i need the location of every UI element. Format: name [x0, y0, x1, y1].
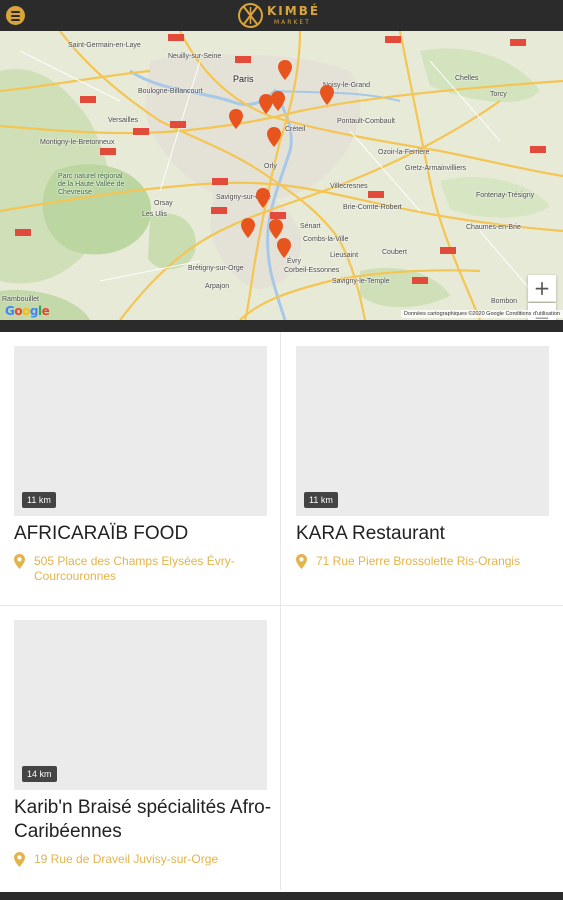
- google-logo[interactable]: Google: [5, 304, 50, 318]
- map-label: Boulogne-Billancourt: [138, 88, 203, 95]
- menu-line: [11, 14, 20, 17]
- map-label: Villecresnes: [330, 183, 368, 190]
- restaurant-address: 505 Place des Champs Elysées Évry-Courco…: [14, 554, 269, 584]
- map-marker-icon[interactable]: [241, 218, 255, 238]
- map-label: Bombon: [491, 298, 518, 305]
- map-label: Ozoir-la-Ferrière: [378, 149, 430, 156]
- restaurant-image[interactable]: 11 km: [296, 346, 549, 516]
- map-label: Savigny-le-Temple: [332, 278, 390, 285]
- restaurant-name[interactable]: Karib'n Braisé spécialités Afro-Caribéen…: [14, 796, 274, 844]
- restaurant-card[interactable]: 14 km Karib'n Braisé spécialités Afro-Ca…: [0, 606, 281, 890]
- app-header: KIMBÉ MARKET: [0, 0, 563, 31]
- distance-badge: 11 km: [304, 492, 338, 508]
- logo-subtitle: MARKET: [274, 19, 311, 26]
- distance-badge: 14 km: [22, 766, 57, 782]
- map-label: Rambouillet: [2, 296, 39, 303]
- map-label: Neuilly-sur-Seine: [168, 53, 222, 60]
- section-divider: [0, 320, 563, 332]
- map-label: Chelles: [455, 75, 479, 82]
- map-marker-icon[interactable]: [278, 60, 292, 80]
- address-text: 71 Rue Pierre Brossolette Ris-Orangis: [316, 554, 521, 568]
- map-label: Pontault-Combault: [337, 118, 395, 125]
- map-marker-icon[interactable]: [269, 219, 283, 239]
- restaurant-image[interactable]: 11 km: [14, 346, 267, 516]
- location-pin-icon: [296, 554, 307, 569]
- zoom-in-button[interactable]: +: [528, 275, 556, 302]
- restaurant-image[interactable]: 14 km: [14, 620, 267, 790]
- restaurant-address: 19 Rue de Draveil Juvisy-sur-Orge: [14, 852, 269, 867]
- map-label: Torcy: [490, 91, 507, 98]
- map-marker-icon[interactable]: [320, 85, 334, 105]
- map-label: Lieusaint: [330, 252, 359, 259]
- kimbe-market-logo[interactable]: KIMBÉ MARKET: [237, 2, 329, 29]
- restaurant-card[interactable]: 11 km AFRICARAÏB FOOD 505 Place des Cham…: [0, 332, 281, 606]
- restaurants-map[interactable]: Saint-Germain-en-Laye Neuilly-sur-Seine …: [0, 31, 563, 320]
- map-marker-icon[interactable]: [277, 238, 291, 258]
- map-label: Orsay: [154, 200, 173, 207]
- map-label: Brie-Comte-Robert: [343, 204, 402, 211]
- logo-word: KIMBÉ: [267, 4, 321, 18]
- restaurant-grid: 11 km AFRICARAÏB FOOD 505 Place des Cham…: [0, 332, 563, 892]
- map-attribution[interactable]: Données cartographiques ©2020 Google Con…: [400, 310, 563, 318]
- map-label: Arpajon: [205, 283, 230, 290]
- map-marker-icon[interactable]: [271, 91, 285, 111]
- location-pin-icon: [14, 554, 25, 569]
- map-label: Versailles: [108, 117, 138, 124]
- map-label: Fontenay-Trésigny: [476, 192, 535, 199]
- bottom-bar: [0, 892, 563, 900]
- map-marker-icon[interactable]: [256, 188, 270, 208]
- menu-line: [11, 18, 20, 21]
- restaurant-name[interactable]: AFRICARAÏB FOOD: [14, 522, 274, 546]
- map-label: Brétigny-sur-Orge: [188, 265, 244, 272]
- map-marker-icon[interactable]: [267, 127, 281, 147]
- map-label: Paris: [233, 74, 254, 84]
- map-label: Gretz-Armainvilliers: [405, 165, 467, 172]
- map-label: Corbeil-Essonnes: [284, 267, 340, 274]
- map-label: Coubert: [382, 249, 407, 256]
- hamburger-icon[interactable]: [6, 6, 25, 25]
- restaurant-name[interactable]: KARA Restaurant: [296, 522, 556, 546]
- map-label: Chaumes-en-Brie: [466, 224, 521, 231]
- restaurant-card[interactable]: 11 km KARA Restaurant 71 Rue Pierre Bros…: [281, 332, 563, 606]
- map-label: Montigny-le-Bretonneux: [40, 139, 115, 146]
- distance-badge: 11 km: [22, 492, 56, 508]
- empty-card-slot: [281, 606, 563, 890]
- map-label: Parc naturel régional de la Haute Vallée…: [58, 173, 125, 196]
- map-label: Combs-la-Ville: [303, 236, 349, 243]
- map-marker-icon[interactable]: [229, 109, 243, 129]
- map-label: Créteil: [285, 126, 306, 133]
- map-label: Saint-Germain-en-Laye: [68, 42, 141, 49]
- logo-mark-icon: [238, 3, 263, 28]
- map-label: Évry: [287, 258, 301, 265]
- map-label: Les Ulis: [142, 211, 167, 218]
- address-text: 19 Rue de Draveil Juvisy-sur-Orge: [34, 852, 219, 866]
- location-pin-icon: [14, 852, 25, 867]
- map-label: Sénart: [300, 223, 321, 230]
- restaurant-address: 71 Rue Pierre Brossolette Ris-Orangis: [296, 554, 561, 569]
- address-text: 505 Place des Champs Elysées Évry-Courco…: [34, 554, 235, 583]
- menu-line: [11, 10, 20, 13]
- map-label: Orly: [264, 163, 277, 170]
